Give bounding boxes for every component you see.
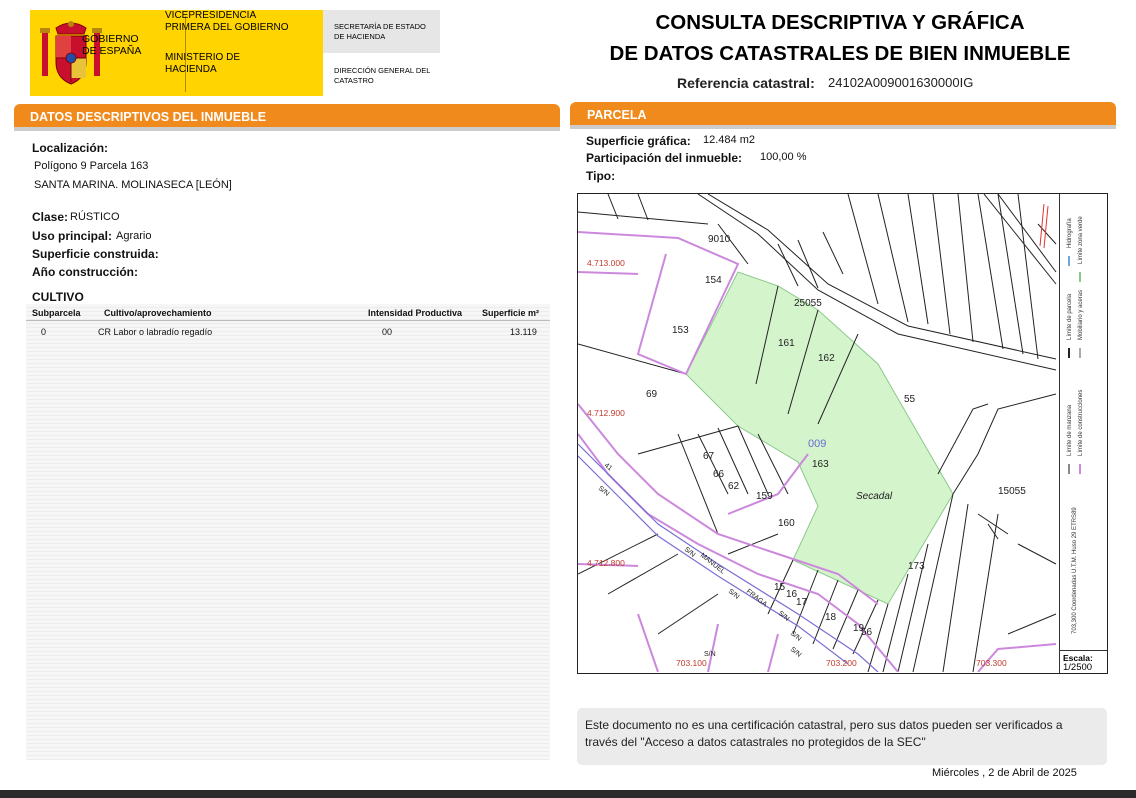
coord-label-y: 4.713.000 [587,258,625,268]
scale-value: 1/2500 [1063,662,1093,673]
cadastral-map[interactable]: 4.713.000 4.712.900 4.712.800 703.100 70… [577,193,1108,674]
superficie-construida-label: Superficie construida: [32,247,159,261]
section-header-parcela: PARCELA [570,102,1116,126]
place-label: Secadal [856,491,893,502]
road-label: S/N [727,588,741,601]
coord-label-x: 703.300 [976,658,1007,668]
legend-item: Límite de construcciones [1078,390,1084,456]
section-header-descriptive: DATOS DESCRIPTIVOS DEL INMUEBLE [14,104,560,128]
coord-label-x: 703.100 [676,658,707,668]
road-label: S/N [789,630,803,643]
legend-item: Hidrografía [1067,218,1073,248]
coord-label-y: 4.712.900 [587,408,625,418]
legend-item: Límite de parcela [1067,293,1073,340]
ref-catastral-label: Referencia catastral: [677,75,815,91]
polygon-label: 009 [808,438,826,450]
table-header-divider [26,320,550,321]
section-shadow [570,125,1116,129]
parcel-number: 161 [778,338,795,349]
localizacion-label: Localización: [32,141,109,155]
col-header-superficie: Superficie m² [482,308,540,318]
cultivo-table: Subparcela Cultivo/aprovechamiento Inten… [26,304,550,760]
legend-item: Límite de manzana [1067,404,1073,456]
uso-label: Uso principal: [32,229,113,243]
document-title-line2: DE DATOS CATASTRALES DE BIEN INMUEBLE [609,42,1071,65]
parcel-number: 15 [774,582,786,593]
legend-canvas: Límite de manzana Límite de construccion… [1067,216,1084,634]
road-label: S/N [789,646,803,659]
col-header-subparcela: Subparcela [32,308,81,318]
cell-superficie: 13.119 [510,327,537,337]
participacion-value: 100,00 % [760,151,807,163]
document-date: Miércoles , 2 de Abril de 2025 [932,767,1077,779]
localizacion-line1: Polígono 9 Parcela 163 [34,160,149,172]
parcel-number: 56 [861,627,873,638]
road-label: S/N [704,651,716,658]
col-header-intensidad: Intensidad Productiva [368,308,463,318]
parcel-number: 25055 [794,298,822,309]
legend-item: Límite zona verde [1078,216,1084,264]
parcel-number: 67 [703,451,715,462]
parcel-number: 9010 [708,234,731,245]
document-title-line1: CONSULTA DESCRIPTIVA Y GRÁFICA [655,11,1025,34]
coord-system-label: 703,300 Coordenadas U.T.M. Huso 29 ETRS8… [1072,507,1078,634]
parcel-number: 153 [672,325,689,336]
cultivo-title: CULTIVO [32,290,84,304]
parcel-number: 163 [812,459,829,470]
bottom-strip [0,790,1136,798]
participacion-label: Participación del inmueble: [586,151,743,165]
clase-label: Clase: [32,210,69,224]
parcel-number: 18 [825,612,837,623]
parcel-number: 160 [778,518,795,529]
parcel-number: 66 [713,469,725,480]
parcel-number: 17 [796,597,808,608]
secretaria-label: SECRETARÍA DE ESTADO DE HACIENDA [334,22,426,41]
parcel-number: 55 [904,394,916,405]
tipo-label: Tipo: [586,169,616,183]
legend-item: Mobiliario y aceras [1078,290,1084,340]
map-legend: Límite de manzana Límite de construccion… [1059,194,1107,650]
disclaimer-text: Este documento no es una certificación c… [585,718,1063,749]
gov-name: GOBIERNO DE ESPAÑA [82,33,142,57]
parcel-number: 15055 [998,486,1026,497]
scale-box: Escala: 1/2500 [1059,650,1107,673]
col-header-cultivo: Cultivo/aprovechamiento [104,308,212,318]
parcel-number: 159 [756,491,773,502]
parcel-number: 162 [818,353,835,364]
parcel-number: 69 [646,389,658,400]
disclaimer-box: Este documento no es una certificación c… [577,708,1107,765]
map-canvas: 4.713.000 4.712.900 4.712.800 703.100 70… [578,194,1057,672]
ref-catastral-value: 24102A009001630000IG [828,75,974,90]
localizacion-line2: SANTA MARINA. MOLINASECA [LEÓN] [34,179,232,191]
road-label: S/N [777,610,791,623]
direccion-label: DIRECCIÓN GENERAL DEL CATASTRO [334,66,431,85]
road-label: FRAGA [745,588,769,609]
ano-construccion-label: Año construcción: [32,265,139,279]
clase-value: RÚSTICO [70,211,120,223]
cell-cultivo: CR Labor o labradío regadío [98,327,213,337]
vicepresidencia-label: VICEPRESIDENCIA PRIMERA DEL GOBIERNO [165,10,289,33]
section-shadow [14,127,560,131]
cell-intensidad: 00 [382,327,393,337]
parcel-number: 62 [728,481,740,492]
ministerio-label: MINISTERIO DE HACIENDA [165,52,241,75]
superficie-grafica-value: 12.484 m2 [703,134,755,146]
cell-subparcela: 0 [41,327,47,337]
parcel-number: 173 [908,561,925,572]
uso-value: Agrario [116,230,152,242]
coord-label-y: 4.712.800 [587,558,625,568]
superficie-grafica-label: Superficie gráfica: [586,134,691,148]
coord-label-x: 703.200 [826,658,857,668]
hydro-marker [1039,203,1049,249]
parcel-number: 154 [705,275,722,286]
